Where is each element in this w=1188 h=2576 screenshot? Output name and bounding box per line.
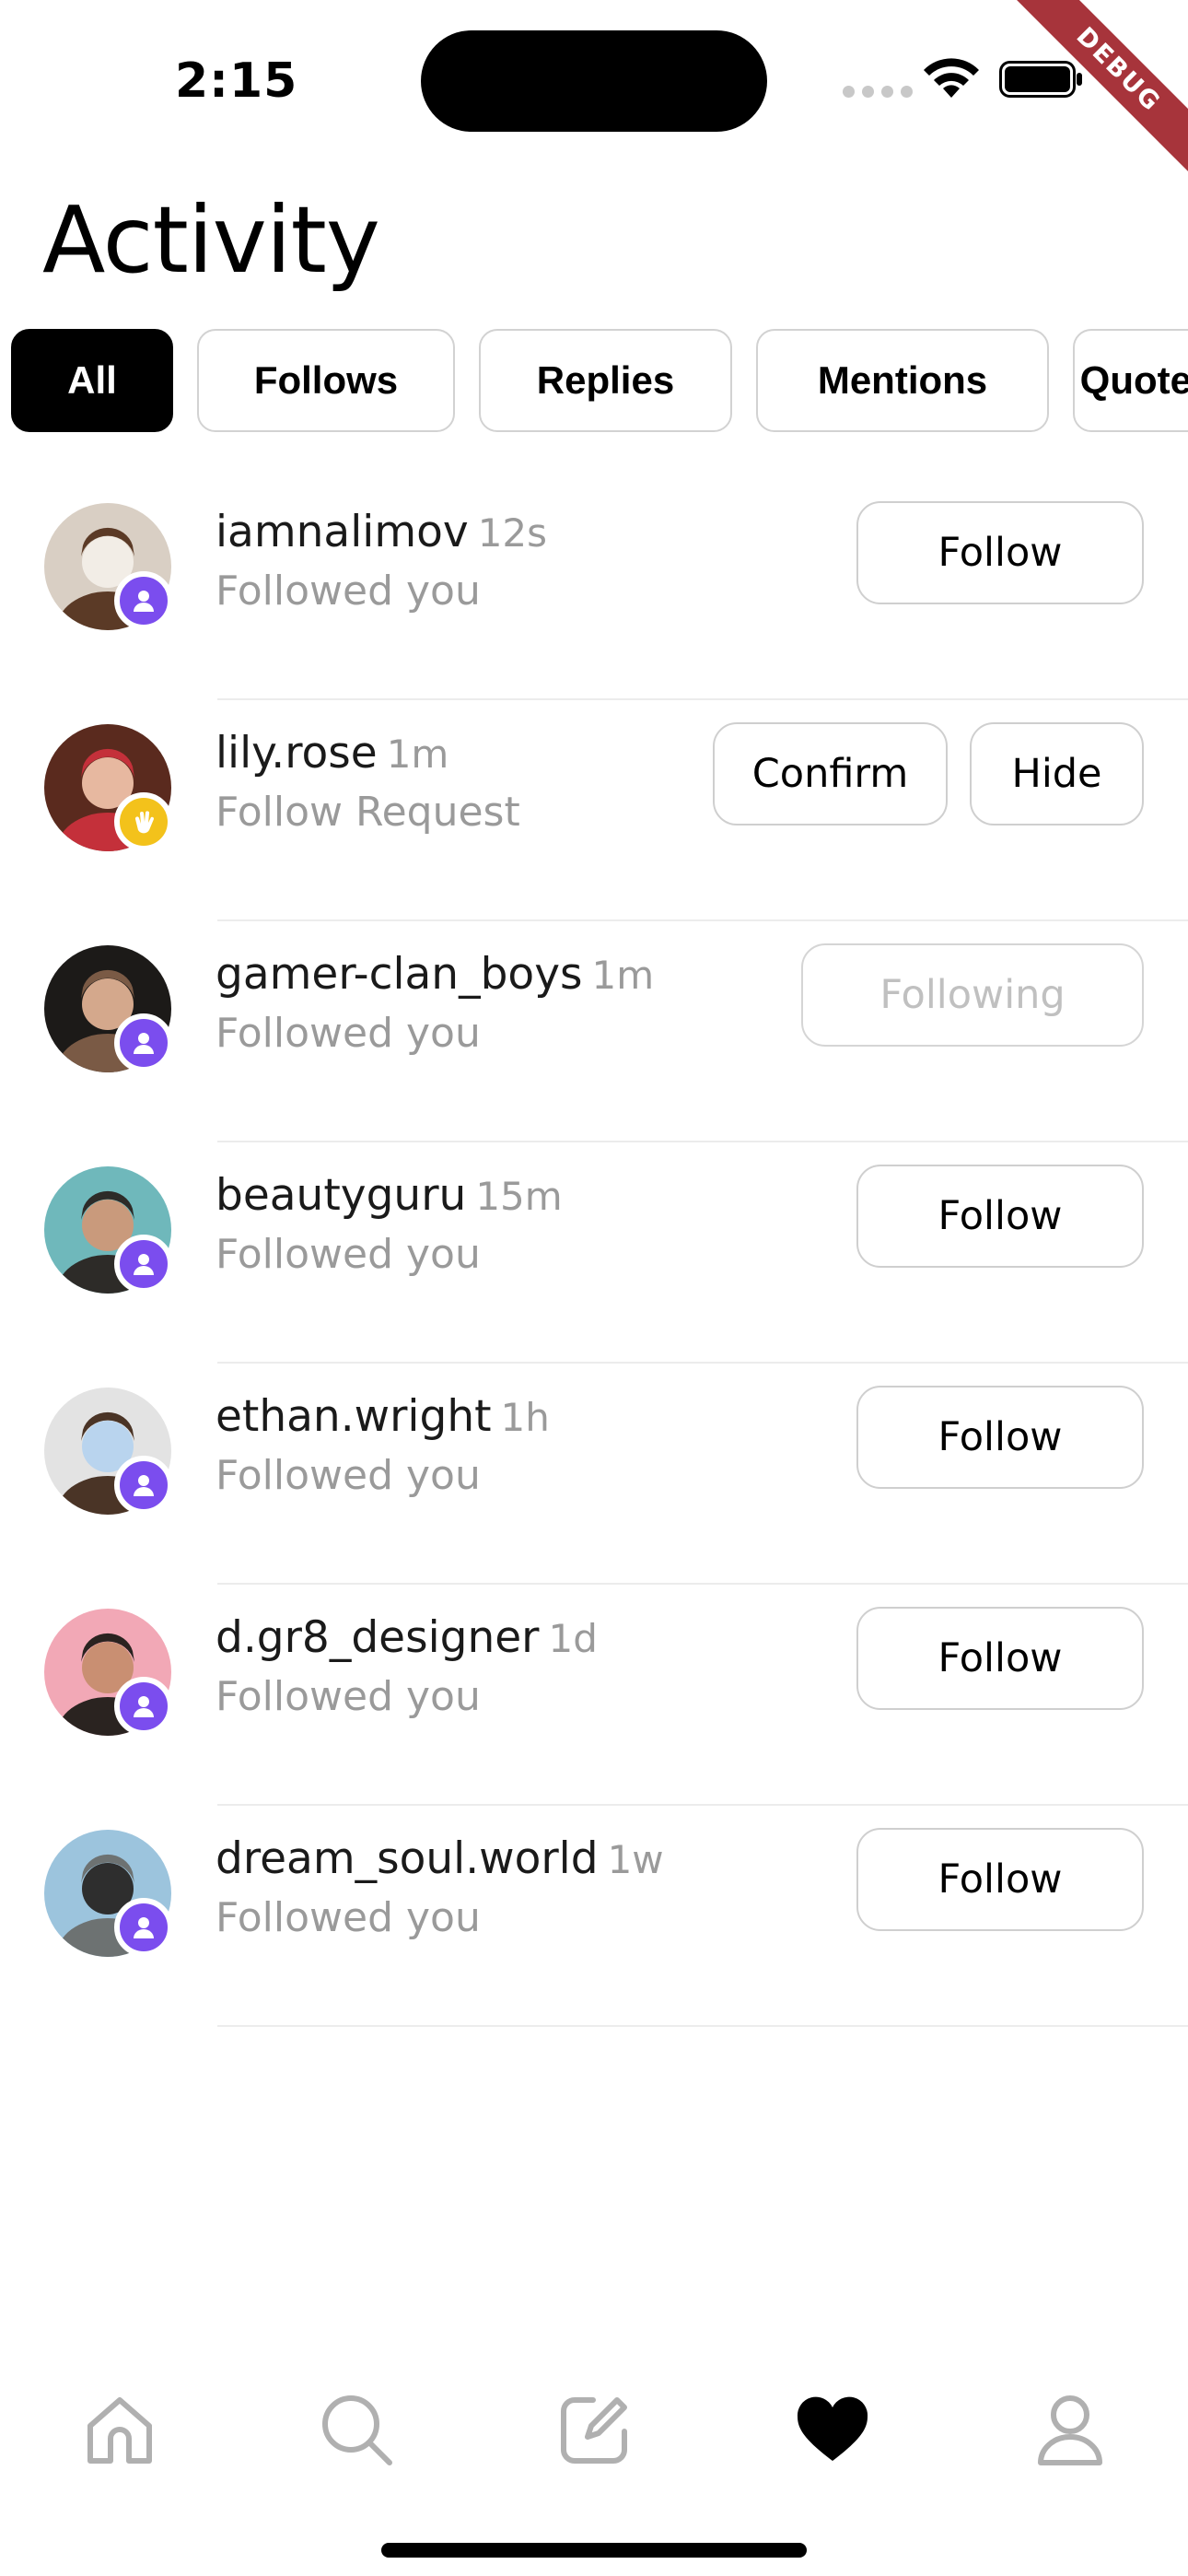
activity-description: Follow Request [215,789,520,836]
activity-row[interactable]: iamnalimov 12s Followed you Follow [0,479,1188,700]
timestamp: 15m [475,1174,563,1219]
name-line: gamer-clan_boys 1m [215,949,654,1000]
timestamp: 12s [477,510,548,556]
filter-chip-mentions[interactable]: Mentions [756,329,1049,432]
name-line: beautyguru 15m [215,1170,563,1221]
activity-description: Followed you [215,1231,481,1278]
name-line: ethan.wright 1h [215,1391,550,1442]
search-icon[interactable] [318,2391,395,2468]
following-button[interactable]: Following [801,943,1144,1047]
activity-row[interactable]: dream_soul.world 1w Followed you Follow [0,1806,1188,2027]
follow-button[interactable]: Follow [856,1386,1144,1489]
person-icon [114,1677,173,1736]
username[interactable]: gamer-clan_boys [215,949,583,1000]
follow-button[interactable]: Follow [856,1828,1144,1931]
battery-icon [999,61,1082,98]
dynamic-island [421,30,767,132]
hide-button[interactable]: Hide [970,722,1144,825]
compose-icon[interactable] [556,2391,634,2468]
activity-list: iamnalimov 12s Followed you Follow lily.r… [0,479,1188,2027]
home-indicator[interactable] [381,2543,807,2558]
follow-button[interactable]: Follow [856,1165,1144,1268]
cellular-signal-icon [843,86,913,98]
divider [217,2025,1188,2027]
home-icon[interactable] [81,2391,158,2468]
activity-description: Followed you [215,1010,481,1057]
activity-row[interactable]: beautyguru 15m Followed you Follow [0,1142,1188,1364]
follow-button[interactable]: Follow [856,501,1144,604]
filter-chip-replies[interactable]: Replies [479,329,732,432]
confirm-button[interactable]: Confirm [713,722,948,825]
name-line: d.gr8_designer 1d [215,1612,598,1663]
username[interactable]: d.gr8_designer [215,1612,540,1663]
wave-hand-icon [114,792,173,851]
activity-description: Followed you [215,1894,481,1941]
profile-icon[interactable] [1031,2391,1109,2468]
timestamp: 1w [607,1837,664,1882]
wifi-icon [924,58,979,98]
name-line: lily.rose 1m [215,728,448,779]
heart-icon[interactable] [794,2391,871,2468]
timestamp: 1d [548,1616,598,1661]
person-icon [114,1898,173,1957]
filter-chip-quotes[interactable]: Quotes [1073,329,1188,432]
username[interactable]: ethan.wright [215,1391,492,1442]
person-icon [114,571,173,630]
username[interactable]: lily.rose [215,728,378,779]
person-icon [114,1456,173,1515]
activity-row[interactable]: lily.rose 1m Follow Request Confirm Hide [0,700,1188,921]
activity-row[interactable]: ethan.wright 1h Followed you Follow [0,1364,1188,1585]
filter-chip-all[interactable]: All [11,329,173,432]
timestamp: 1m [591,953,655,998]
activity-description: Followed you [215,568,481,615]
name-line: dream_soul.world 1w [215,1833,664,1884]
activity-description: Followed you [215,1452,481,1499]
username[interactable]: beautyguru [215,1170,466,1221]
status-time: 2:15 [175,53,298,109]
bottom-tab-bar [0,2391,1188,2474]
filter-chips: AllFollowsRepliesMentionsQuotes [11,329,1188,432]
username[interactable]: iamnalimov [215,507,469,557]
name-line: iamnalimov 12s [215,507,547,557]
person-icon [114,1013,173,1072]
follow-button[interactable]: Follow [856,1607,1144,1710]
username[interactable]: dream_soul.world [215,1833,599,1884]
timestamp: 1m [386,732,449,777]
activity-row[interactable]: gamer-clan_boys 1m Followed you Following [0,921,1188,1142]
page-title: Activity [42,186,380,294]
activity-row[interactable]: d.gr8_designer 1d Followed you Follow [0,1585,1188,1806]
filter-chip-follows[interactable]: Follows [197,329,455,432]
activity-description: Followed you [215,1673,481,1720]
person-icon [114,1235,173,1294]
timestamp: 1h [500,1395,550,1440]
